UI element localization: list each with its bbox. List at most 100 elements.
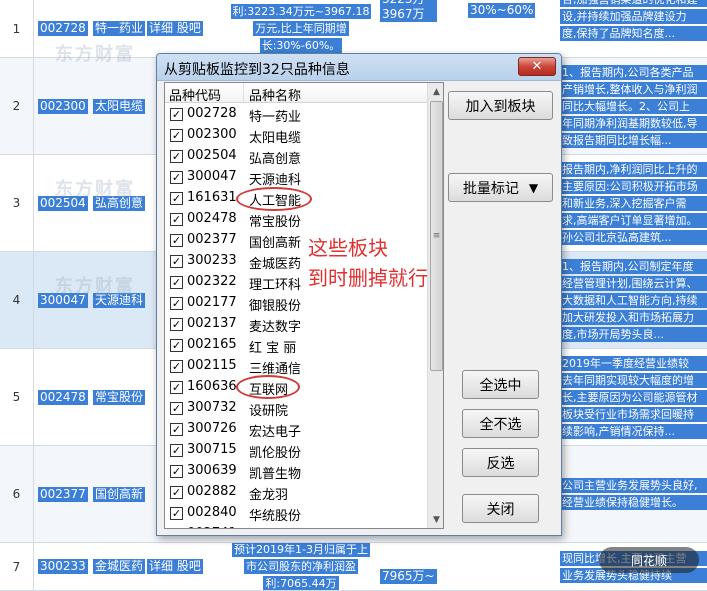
item-checkbox[interactable]: ✓: [170, 213, 183, 226]
item-checkbox[interactable]: ✓: [170, 381, 183, 394]
item-checkbox[interactable]: ✓: [170, 423, 183, 436]
stock-list[interactable]: 品种代码 品种名称 ✓ 002728 特一药业 ✓ 002300 太阳电缆 ✓ 002504 弘…: [164, 82, 444, 529]
item-name: 太阳电缆: [249, 131, 302, 146]
list-item[interactable]: ✓ 300639 凯普生物: [165, 461, 427, 482]
item-checkbox[interactable]: ✓: [170, 276, 183, 289]
item-name: 金城医药: [249, 257, 302, 272]
list-item[interactable]: ✓ 002478 常宝股份: [165, 209, 427, 230]
reason-line: 致报告期同比增长幅...: [560, 132, 707, 148]
item-name: 凯伦股份: [249, 446, 302, 461]
reason-line: 同比大幅增长。2、公司上: [560, 98, 707, 114]
select-none-button[interactable]: 全不选: [462, 409, 539, 438]
item-code: 002165: [187, 337, 237, 352]
detail-link[interactable]: 详细 股吧: [147, 559, 203, 574]
item-code: 161631: [187, 190, 237, 205]
scroll-down-icon[interactable]: ▼: [428, 511, 443, 528]
item-checkbox[interactable]: ✓: [170, 255, 183, 268]
list-item[interactable]: ✓ 002741 光华科: [165, 524, 427, 529]
list-item[interactable]: ✓ 300715 凯伦股份: [165, 440, 427, 461]
item-code: 002478: [187, 211, 237, 226]
list-item[interactable]: ✓ 002177 御银股份: [165, 293, 427, 314]
vertical-scrollbar[interactable]: ▲ ≡ ▼: [427, 83, 443, 528]
annotation-circle-internet: [236, 375, 300, 399]
list-item[interactable]: ✓ 002504 弘高创意: [165, 146, 427, 167]
close-button[interactable]: 关闭: [462, 494, 539, 523]
list-item[interactable]: ✓ 300732 设研院: [165, 398, 427, 419]
item-checkbox[interactable]: ✓: [170, 234, 183, 247]
reason-line: 合,加强营销渠道的优化和建: [560, 0, 707, 7]
stock-name-cell: 太阳电缆: [93, 58, 146, 154]
item-checkbox[interactable]: ✓: [170, 150, 183, 163]
detail-link[interactable]: 详细 股吧: [147, 21, 203, 36]
list-item[interactable]: ✓ 300047 天源迪科: [165, 167, 427, 188]
reason-line: 和新业务,深入挖掘客户需: [560, 195, 707, 211]
close-icon[interactable]: ✕: [518, 57, 556, 76]
item-name: 金龙羽: [249, 488, 289, 503]
list-item[interactable]: ✓ 002882 金龙羽: [165, 482, 427, 503]
chevron-down-icon: ▼: [528, 180, 539, 195]
list-item[interactable]: ✓ 002115 三维通信: [165, 356, 427, 377]
item-checkbox[interactable]: ✓: [170, 339, 183, 352]
item-checkbox[interactable]: ✓: [170, 444, 183, 457]
item-name: 理工环科: [249, 278, 302, 293]
column-header-code[interactable]: 品种代码: [169, 85, 221, 104]
stock-code-cell: 002478: [38, 349, 88, 445]
corner-logo: 同花顺: [599, 547, 699, 573]
add-to-sector-button[interactable]: 加入到板块: [448, 91, 553, 120]
reason-line: 年同期净利润基期数较低,导: [560, 115, 707, 131]
item-checkbox[interactable]: ✓: [170, 318, 183, 331]
item-checkbox[interactable]: ✓: [170, 129, 183, 142]
stock-name-cell-text: 常宝股份: [93, 389, 146, 405]
list-item[interactable]: ✓ 002300 太阳电缆: [165, 125, 427, 146]
item-code: 002728: [187, 106, 237, 121]
list-item[interactable]: ✓ 002165 红 宝 丽: [165, 335, 427, 356]
reason-line: 1、报告期内,公司制定年度: [560, 258, 707, 274]
forecast-line: 预计2019年1-3月归属于上: [232, 543, 370, 557]
item-name: 特一药业: [249, 110, 302, 125]
reason-line: 板块受行业市场需求回暖持: [560, 406, 707, 422]
item-checkbox[interactable]: ✓: [170, 465, 183, 478]
scroll-up-icon[interactable]: ▲: [428, 83, 443, 100]
row-number-text: 2: [12, 99, 21, 113]
item-code: 300639: [187, 463, 237, 478]
item-checkbox[interactable]: ✓: [170, 297, 183, 310]
reason-line: 设,并持续加强品牌建设力: [560, 9, 707, 24]
item-name: 光华科: [249, 526, 288, 528]
dialog-title-bar[interactable]: 从剪贴板监控到32只品种信息 ✕: [157, 54, 561, 81]
item-checkbox[interactable]: ✓: [170, 402, 183, 415]
watermark: 东方财富: [55, 44, 135, 65]
stock-code-cell: 300047: [38, 252, 88, 348]
item-checkbox[interactable]: ✓: [170, 192, 183, 205]
scrollbar-thumb[interactable]: ≡: [430, 101, 443, 371]
row-number: 6: [0, 446, 34, 542]
reason-text-cell: 合,加强营销渠道的优化和建设,并持续加强品牌建设力度,保持了品牌知名度...: [560, 0, 707, 45]
list-item[interactable]: ✓ 002840 华统股份: [165, 503, 427, 524]
item-code: 300726: [187, 421, 237, 436]
list-item[interactable]: ✓ 002728 特一药业: [165, 104, 427, 125]
item-code: 002377: [187, 232, 237, 247]
batch-mark-button[interactable]: 批量标记 ▼: [448, 173, 553, 202]
item-code: 300233: [187, 253, 237, 268]
list-item[interactable]: ✓ 002137 麦达数字: [165, 314, 427, 335]
amount-cell-text: 3223万~ 3967万: [380, 0, 437, 22]
item-name: 国创高新: [249, 236, 302, 251]
item-checkbox[interactable]: ✓: [170, 360, 183, 373]
reason-text-cell: 1、报告期内,公司制定年度 经营管理计划,围绕云计算、 大数据和人工智能方向,持续加…: [560, 252, 707, 348]
select-all-button[interactable]: 全选中: [462, 370, 539, 399]
forecast-line: 长:30%-60%。: [259, 38, 343, 53]
item-checkbox[interactable]: ✓: [170, 171, 183, 184]
item-name: 华统股份: [249, 509, 302, 524]
item-name: 天源迪科: [249, 173, 302, 188]
column-header-name[interactable]: 品种名称: [249, 85, 301, 104]
reason-line: 经营业绩保持稳健增长。: [560, 495, 707, 510]
list-header: 品种代码 品种名称: [165, 83, 427, 104]
item-checkbox[interactable]: ✓: [170, 528, 183, 529]
item-checkbox[interactable]: ✓: [170, 486, 183, 499]
stock-name-cell-text: 金城医药: [93, 559, 146, 574]
forecast-line: 市公司股东的净利润盈: [244, 559, 358, 574]
item-checkbox[interactable]: ✓: [170, 108, 183, 121]
invert-selection-button[interactable]: 反选: [462, 448, 539, 477]
stock-name-cell: 弘高创意: [93, 155, 146, 251]
list-item[interactable]: ✓ 300726 宏达电子: [165, 419, 427, 440]
item-checkbox[interactable]: ✓: [170, 507, 183, 520]
